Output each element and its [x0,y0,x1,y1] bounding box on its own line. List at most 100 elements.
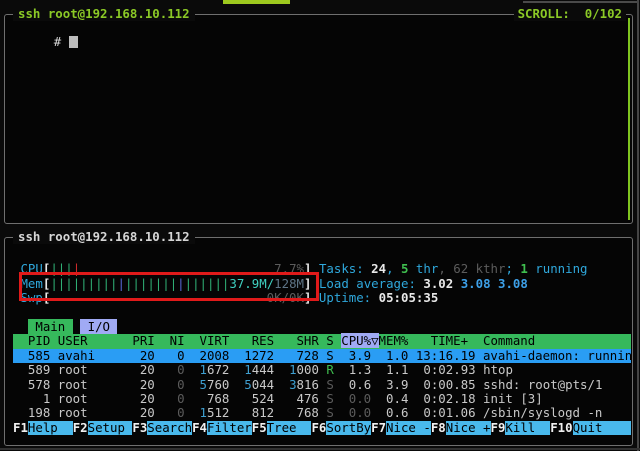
text-segment [185,362,200,377]
text-segment: 5 [244,377,251,392]
text-segment: 3.08 [498,276,528,291]
annotation-red-box [19,272,319,301]
fn-label-f5[interactable]: Tree [267,421,312,435]
blank-line [13,306,631,320]
text-segment: S [326,405,333,420]
table-header: PID USER PRI NI VIRT RES SHR S CPU%▽MEM%… [13,334,631,348]
text-segment: 1 [200,362,207,377]
sort-column-cpu[interactable]: CPU%▽ [341,333,378,348]
terminal-cursor [69,36,78,48]
fn-label-f8[interactable]: Nice + [446,421,491,435]
text-segment [185,377,200,392]
pane-title-top: ssh root@192.168.10.112 [13,7,195,21]
fn-label-f6[interactable]: SortBy [326,421,371,435]
text-segment: Load average: [319,276,423,291]
fn-key-f1[interactable]: F1 [13,421,28,435]
text-segment: 0.0 [341,405,371,420]
fn-key-f6[interactable]: F6 [311,421,326,435]
text-segment: PID USER PRI NI VIRT RES SHR S [13,333,341,348]
blank-line [13,248,631,262]
text-segment: 812 768 [229,405,326,420]
text-segment: 578 root 20 [13,377,177,392]
text-segment: 1 [244,362,251,377]
text-segment [185,405,200,420]
text-segment: 1.3 1.1 0:02.93 htop [334,362,513,377]
text-segment: , [386,261,401,276]
text-segment: MEM% TIME+ Command [379,333,536,348]
fn-key-f5[interactable]: F5 [252,421,267,435]
process-row[interactable]: 198 root 20 0 1512 812 768 S 0.0 0.6 0:0… [13,406,631,420]
process-row[interactable]: 589 root 20 0 1672 1444 1000 R 1.3 1.1 0… [13,363,631,377]
text-segment: 589 root 20 [13,362,177,377]
text-segment: Tasks: [319,261,371,276]
text-segment: 768 524 476 [185,391,327,406]
text-segment: 000 [297,362,319,377]
text-segment: 1 [520,261,527,276]
fn-label-f1[interactable]: Help [28,421,73,435]
pane-top-shell[interactable]: ssh root@192.168.10.112 SCROLL: 0/102 # [4,14,633,224]
text-segment: 3.08 [461,276,498,291]
scroll-indicator: SCROLL: 0/102 [514,7,626,21]
text-segment: 3.02 [423,276,460,291]
text-segment: , 62 kthr [438,261,505,276]
fn-key-f9[interactable]: F9 [491,421,506,435]
text-segment: 0.6 3.9 0:00.85 sshd: root@pts/1 [334,377,603,392]
process-row[interactable]: 1 root 20 0 768 524 476 S 0.0 0.4 0:02.1… [13,392,631,406]
fn-label-f10[interactable]: Quit [573,421,603,435]
text-segment: R [326,362,333,377]
text-segment [274,377,289,392]
text-segment [13,319,28,334]
fn-label-f2[interactable]: Setup [88,421,133,435]
text-segment: 0.6 0:01.06 /sbin/syslogd -n [371,405,602,420]
fn-key-f10[interactable]: F10 [550,421,572,435]
fn-label-f4[interactable]: Filter [207,421,252,435]
scrollbar[interactable] [628,18,630,220]
terminal-screen: ssh root@192.168.10.112 SCROLL: 0/102 # … [0,0,640,451]
text-segment: 1 [289,362,296,377]
fn-label-f9[interactable]: Kill [505,421,550,435]
text-segment: ; [505,261,520,276]
text-segment [274,362,289,377]
fn-bar-filler [602,421,631,435]
process-row[interactable]: 585 avahi 20 0 2008 1272 728 S 3.9 1.0 1… [13,349,631,363]
text-segment: 0.0 [341,391,371,406]
fn-key-f3[interactable]: F3 [132,421,147,435]
text-segment: thr [408,261,438,276]
window-right-edge [637,0,639,451]
text-segment: 1 root 20 [13,391,177,406]
pane-bottom-htop[interactable]: ssh root@192.168.10.112 CPU[|||| 7.7%] T… [4,237,633,446]
text-segment: 0 [177,391,184,406]
fn-label-f3[interactable]: Search [147,421,192,435]
text-segment: 198 root 20 [13,405,177,420]
fn-key-f7[interactable]: F7 [371,421,386,435]
window-bottom-edge [0,448,640,450]
text-segment: 05:05:35 [379,290,439,305]
text-segment: 0.4 0:02.18 init [3] [371,391,543,406]
text-segment: Uptime: [319,290,379,305]
fn-key-f8[interactable]: F8 [431,421,446,435]
text-segment: 444 [252,362,274,377]
fn-key-f2[interactable]: F2 [73,421,88,435]
shell-prompt-line[interactable]: # [9,21,78,64]
fn-key-f4[interactable]: F4 [192,421,207,435]
progress-bar-fragment [223,0,290,4]
text-segment: 585 avahi 20 0 2008 1272 728 S 3.9 1.0 1… [13,348,631,363]
text-segment: 044 [252,377,274,392]
text-segment: running [528,261,588,276]
text-segment: 816 [297,377,319,392]
tab-main[interactable]: Main [28,319,73,334]
text-segment: 0 [177,377,184,392]
process-row[interactable]: 578 root 20 0 5760 5044 3816 S 0.6 3.9 0… [13,378,631,392]
tab-io[interactable]: I/O [80,319,117,334]
htop-screen: CPU[|||| 7.7%] Tasks: 24, 5 thr, 62 kthr… [13,238,631,445]
function-key-bar: F1Help F2Setup F3SearchF4FilterF5Tree F6… [13,421,631,435]
fn-label-f7[interactable]: Nice - [386,421,431,435]
text-segment: S [326,377,333,392]
text-segment: 0 [177,405,184,420]
text-segment: 24 [371,261,386,276]
shell-prompt: # [54,34,61,49]
text-segment: 512 [207,405,229,420]
text-segment: 760 [207,377,229,392]
text-segment: 0 [177,362,184,377]
text-segment [229,362,244,377]
